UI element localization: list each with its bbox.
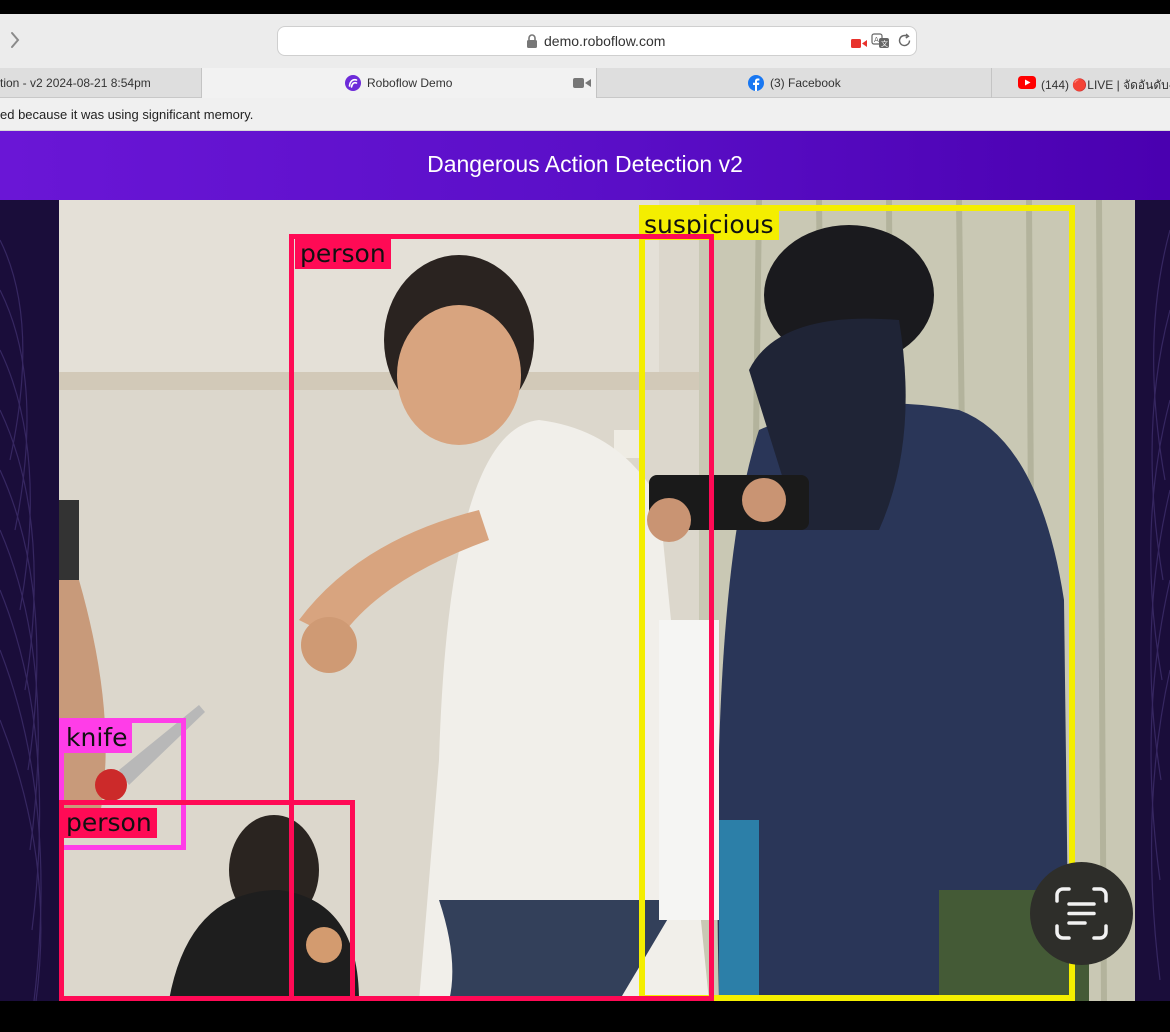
reload-icon[interactable] <box>897 33 912 48</box>
roboflow-logo-icon <box>345 75 361 94</box>
tab-facebook[interactable]: (3) Facebook <box>597 68 991 98</box>
tab-title: Roboflow Demo <box>367 76 453 90</box>
memory-warning-bar: ed because it was using significant memo… <box>0 98 1170 131</box>
page-title: Dangerous Action Detection v2 <box>427 151 743 177</box>
detection-label-person: person <box>61 808 157 838</box>
live-text-button[interactable] <box>1030 862 1133 965</box>
memory-warning-text: ed because it was using significant memo… <box>0 107 254 122</box>
address-bar[interactable]: demo.roboflow.com A文 <box>277 26 917 56</box>
detection-video-frame: suspicious person knife person <box>59 200 1135 1001</box>
tab-dataset-version[interactable]: tion - v2 2024-08-21 8:54pm <box>0 68 201 98</box>
chevron-right-icon[interactable] <box>6 28 24 52</box>
video-camera-icon <box>573 77 591 92</box>
translate-icon[interactable]: A文 <box>871 33 891 49</box>
tab-youtube-live[interactable]: (144) 🔴LIVE | จัดอันดับ-ไ <box>992 68 1170 98</box>
tab-roboflow-demo[interactable]: Roboflow Demo <box>202 68 596 98</box>
lock-icon <box>526 34 538 48</box>
facebook-icon <box>748 75 764 94</box>
svg-text:A: A <box>874 36 879 44</box>
detection-label-knife: knife <box>61 723 133 753</box>
tab-title: (144) 🔴LIVE | จัดอันดับ-ไ <box>1041 78 1170 92</box>
svg-text:文: 文 <box>881 39 888 48</box>
page-header: Dangerous Action Detection v2 <box>0 131 1170 200</box>
url-text: demo.roboflow.com <box>544 33 666 49</box>
window-bottom-edge <box>0 1001 1170 1032</box>
browser-toolbar: demo.roboflow.com A文 <box>0 14 1170 68</box>
video-camera-icon[interactable] <box>851 36 867 48</box>
demo-page: Dangerous Action Detection v2 suspicious… <box>0 131 1170 1001</box>
window-top-edge <box>0 0 1170 14</box>
detection-label-person: person <box>295 239 391 269</box>
tab-title: (3) Facebook <box>770 76 841 90</box>
tab-bar: tion - v2 2024-08-21 8:54pm Roboflow Dem… <box>0 68 1170 98</box>
youtube-icon <box>1018 76 1036 92</box>
tab-title: tion - v2 2024-08-21 8:54pm <box>0 76 151 90</box>
live-text-icon <box>1055 887 1108 940</box>
